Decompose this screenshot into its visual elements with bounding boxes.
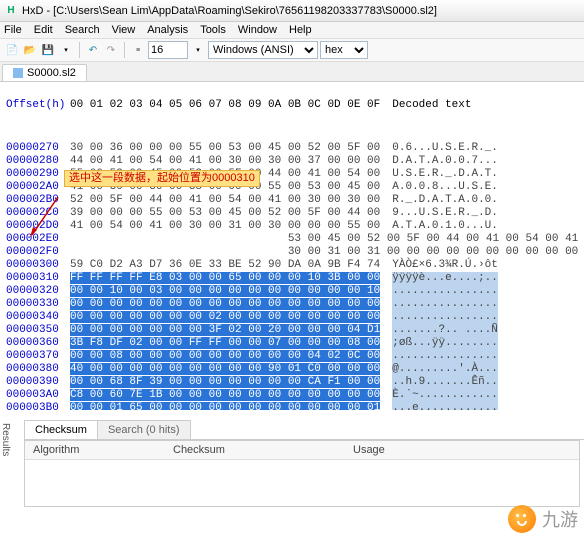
tab-checksum[interactable]: Checksum (24, 420, 98, 439)
hex-row-selected[interactable]: 000003A0C8 00 60 7E 1B 00 00 00 00 00 00… (6, 389, 578, 402)
hex-row-selected[interactable]: 00000310FF FF FF FF E8 03 00 00 65 00 00… (6, 272, 578, 285)
sort-icon[interactable]: ≡ (130, 42, 146, 58)
hex-row-selected[interactable]: 0000039000 00 68 8F 39 00 00 00 00 00 00… (6, 376, 578, 389)
file-tab-label: S0000.sl2 (27, 67, 76, 79)
redo-icon[interactable]: ↷ (103, 42, 119, 58)
hex-row[interactable]: 000002D041 00 54 00 41 00 30 00 31 00 30… (6, 220, 578, 233)
file-icon (13, 68, 23, 78)
annotation-callout: 选中这一段数据，起始位置为0000310 (64, 170, 260, 187)
hex-row-selected[interactable]: 000003603B F8 DF 02 00 00 FF FF 00 00 07… (6, 337, 578, 350)
menu-analysis[interactable]: Analysis (147, 24, 188, 36)
undo-icon[interactable]: ↶ (85, 42, 101, 58)
app-icon: H (4, 4, 18, 18)
hex-row[interactable]: 000002B052 00 5F 00 44 00 41 00 54 00 41… (6, 194, 578, 207)
watermark-text: 九游 (542, 506, 578, 532)
menu-file[interactable]: File (4, 24, 22, 36)
bottom-tabs: Checksum Search (0 hits) (24, 420, 584, 440)
toolbar: 📄 📂 💾 ▾ ↶ ↷ ≡ ▾ Windows (ANSI) hex (0, 38, 584, 62)
hex-editor[interactable]: Offset(h)00 01 02 03 04 05 06 07 08 09 0… (0, 82, 584, 410)
hex-row-selected[interactable]: 0000035000 00 00 00 00 00 00 3F 02 00 20… (6, 324, 578, 337)
hex-row[interactable]: 0000028044 00 41 00 54 00 41 00 30 00 30… (6, 155, 578, 168)
file-tab[interactable]: S0000.sl2 (2, 64, 87, 81)
hex-row[interactable]: 000002F0 30 00 31 00 31 00 00 00 00 00 0… (6, 246, 578, 259)
hex-row-selected[interactable]: 0000038040 00 00 00 00 00 00 00 00 00 90… (6, 363, 578, 376)
hex-row[interactable]: 0000030059 C0 D2 A3 D7 36 0E 33 BE 52 90… (6, 259, 578, 272)
menu-view[interactable]: View (112, 24, 136, 36)
hex-row[interactable]: 000002E0 53 00 45 00 52 00 5F 00 44 00 4… (6, 233, 578, 246)
watermark-icon (508, 505, 536, 533)
title-bar: H HxD - [C:\Users\Sean Lim\AppData\Roami… (0, 0, 584, 22)
header-cols: 00 01 02 03 04 05 06 07 08 09 0A 0B 0C 0… (70, 99, 380, 112)
save-dropdown-icon[interactable]: ▾ (58, 42, 74, 58)
tab-search[interactable]: Search (0 hits) (97, 420, 191, 439)
hex-row[interactable]: 0000027030 00 36 00 00 00 55 00 53 00 45… (6, 142, 578, 155)
results-grid[interactable]: Algorithm Checksum Usage (24, 440, 580, 507)
new-icon[interactable]: 📄 (4, 42, 20, 58)
col-checksum[interactable]: Checksum (165, 441, 345, 459)
hex-row-selected[interactable]: 0000032000 00 10 00 03 00 00 00 00 00 00… (6, 285, 578, 298)
menu-search[interactable]: Search (65, 24, 100, 36)
menu-tools[interactable]: Tools (200, 24, 226, 36)
menu-bar: File Edit Search View Analysis Tools Win… (0, 22, 584, 38)
mode-select[interactable]: hex (320, 41, 368, 59)
menu-help[interactable]: Help (289, 24, 312, 36)
hex-row-selected[interactable]: 0000033000 00 00 00 00 00 00 00 00 00 00… (6, 298, 578, 311)
watermark: 九游 (508, 505, 578, 533)
file-tabs: S0000.sl2 (0, 62, 584, 82)
col-usage[interactable]: Usage (345, 441, 579, 459)
hex-row-selected[interactable]: 000003B000 00 01 65 00 00 00 00 00 00 00… (6, 402, 578, 410)
header-offset: Offset(h) (6, 99, 70, 112)
results-label: Results (0, 423, 11, 456)
hex-row-selected[interactable]: 0000037000 00 08 00 00 00 00 00 00 00 00… (6, 350, 578, 363)
menu-edit[interactable]: Edit (34, 24, 53, 36)
fontsize-input[interactable] (148, 41, 188, 59)
col-algorithm[interactable]: Algorithm (25, 441, 165, 459)
open-icon[interactable]: 📂 (22, 42, 38, 58)
menu-window[interactable]: Window (238, 24, 277, 36)
encoding-select[interactable]: Windows (ANSI) (208, 41, 318, 59)
annotation-arrow (30, 197, 60, 237)
window-title: HxD - [C:\Users\Sean Lim\AppData\Roaming… (22, 5, 437, 17)
hex-row[interactable]: 000002C039 00 00 00 55 00 53 00 45 00 52… (6, 207, 578, 220)
header-ascii: Decoded text (392, 99, 471, 112)
fontsize-dropdown-icon[interactable]: ▾ (190, 42, 206, 58)
hex-row-selected[interactable]: 0000034000 00 00 00 00 00 00 02 00 00 00… (6, 311, 578, 324)
save-icon[interactable]: 💾 (40, 42, 56, 58)
